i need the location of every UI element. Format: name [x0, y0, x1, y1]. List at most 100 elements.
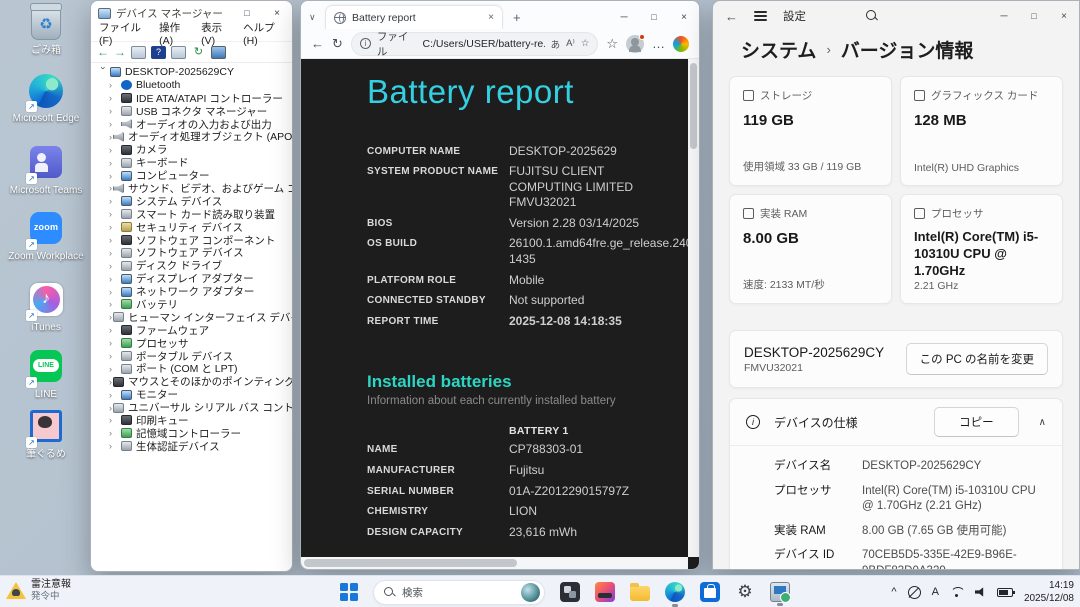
taskbar-clock[interactable]: 14:19 2025/12/08: [1024, 579, 1074, 605]
profile-avatar[interactable]: [626, 33, 645, 53]
scrollbar-thumb[interactable]: [690, 63, 697, 149]
device-tree-item[interactable]: › ファームウェア: [91, 324, 292, 337]
copy-button[interactable]: コピー: [934, 407, 1019, 437]
chevron-right-icon[interactable]: ›: [109, 158, 120, 168]
copilot-icon[interactable]: [673, 35, 689, 52]
chevron-right-icon[interactable]: ›: [109, 261, 120, 271]
properties-icon[interactable]: [171, 45, 186, 59]
chevron-right-icon[interactable]: ›: [109, 299, 120, 309]
taskbar-search-box[interactable]: 検索: [373, 579, 545, 605]
console-window-icon[interactable]: [131, 45, 146, 59]
horizontal-scrollbar[interactable]: [301, 557, 688, 569]
read-aloud-icon[interactable]: A⁾: [566, 38, 575, 49]
desktop-icon-itunes[interactable]: ↗ iTunes: [6, 282, 86, 334]
battery-status-icon[interactable]: [996, 587, 1015, 597]
graphics-card[interactable]: グラフィックス カード 128 MB Intel(R) UHD Graphics: [900, 76, 1063, 186]
desktop-icon-zoom[interactable]: ↗ Zoom Workplace: [6, 210, 86, 263]
m365-copilot-icon[interactable]: [595, 582, 615, 602]
settings-titlebar[interactable]: ← 設定 ─ □ ×: [713, 1, 1079, 31]
browser-tab[interactable]: Battery report ×: [325, 5, 503, 29]
chevron-right-icon[interactable]: ›: [109, 222, 120, 232]
processor-card[interactable]: プロセッサ Intel(R) Core(TM) i5-10310U CPU @ …: [900, 194, 1063, 304]
forward-icon[interactable]: →: [114, 45, 126, 59]
tab-search-chevron-icon[interactable]: ∨: [309, 12, 325, 23]
chevron-right-icon[interactable]: ›: [109, 132, 112, 142]
tab-close-icon[interactable]: ×: [488, 12, 494, 23]
info-icon[interactable]: i: [359, 38, 371, 49]
address-bar[interactable]: i ファイル C:/Users/USER/battery-re... あ A⁾ …: [350, 31, 599, 58]
chevron-right-icon[interactable]: ›: [109, 428, 120, 438]
refresh-icon[interactable]: ↻: [332, 36, 343, 52]
back-icon[interactable]: ←: [97, 45, 109, 59]
maximize-button[interactable]: □: [639, 12, 669, 23]
wifi-icon[interactable]: [950, 587, 964, 598]
edge-taskbar-icon[interactable]: [665, 582, 685, 607]
device-tree-item[interactable]: › オーディオ処理オブジェクト (APO): [91, 130, 292, 143]
task-view-icon[interactable]: [560, 582, 580, 602]
device-tree-root[interactable]: › DESKTOP-2025629CY: [91, 66, 292, 79]
chevron-right-icon[interactable]: ›: [109, 196, 120, 206]
chevron-right-icon[interactable]: ›: [109, 415, 120, 425]
chevron-right-icon[interactable]: ›: [109, 93, 120, 103]
camera-off-icon[interactable]: [907, 585, 921, 599]
new-tab-button[interactable]: +: [513, 10, 521, 25]
chevron-expanded-icon[interactable]: ›: [99, 67, 109, 78]
device-spec-header[interactable]: i デバイスの仕様 コピー ∧: [730, 399, 1062, 445]
hamburger-menu-icon[interactable]: [754, 11, 767, 21]
volume-icon[interactable]: [974, 587, 984, 597]
device-tree-item[interactable]: › カメラ: [91, 143, 292, 156]
close-button[interactable]: ×: [262, 8, 292, 19]
chevron-right-icon[interactable]: ›: [109, 145, 120, 155]
menu-file[interactable]: ファイル(F): [99, 20, 148, 47]
device-tree-item[interactable]: › 生体認証デバイス: [91, 440, 292, 453]
chevron-right-icon[interactable]: ›: [109, 338, 120, 348]
chevron-right-icon[interactable]: ›: [109, 287, 120, 297]
favorite-star-icon[interactable]: ☆: [581, 38, 590, 49]
chevron-right-icon[interactable]: ›: [109, 312, 112, 322]
settings-taskbar-icon[interactable]: ⚙: [735, 582, 755, 602]
ime-mode-indicator[interactable]: A: [932, 586, 939, 598]
chevron-right-icon[interactable]: ›: [109, 209, 120, 219]
microsoft-store-icon[interactable]: [700, 582, 720, 602]
taskbar-weather-widget[interactable]: 雷注意報 発令中: [6, 579, 71, 602]
menu-action[interactable]: 操作(A): [159, 20, 190, 47]
tray-chevron-icon[interactable]: ^: [891, 586, 896, 598]
desktop-icon-teams[interactable]: ↗ Microsoft Teams: [6, 144, 86, 197]
help-icon[interactable]: ?: [151, 45, 166, 59]
desktop-icon-line[interactable]: ↗ LINE: [6, 348, 86, 401]
back-icon[interactable]: ←: [725, 9, 738, 24]
breadcrumb-system[interactable]: システム: [741, 36, 816, 63]
close-button[interactable]: ×: [669, 12, 699, 23]
chevron-right-icon[interactable]: ›: [109, 441, 120, 451]
chevron-right-icon[interactable]: ›: [109, 171, 120, 181]
chevron-right-icon[interactable]: ›: [109, 119, 120, 129]
menu-help[interactable]: ヘルプ(H): [243, 20, 284, 47]
scrollbar-thumb[interactable]: [304, 559, 517, 567]
chevron-right-icon[interactable]: ›: [109, 106, 120, 116]
chevron-right-icon[interactable]: ›: [109, 351, 120, 361]
search-icon[interactable]: [866, 10, 878, 22]
device-tree-item[interactable]: ›ユニバーサル シリアル バス コントローラー: [91, 401, 292, 414]
desktop-icon-recycle-bin[interactable]: ごみ箱: [6, 3, 86, 57]
device-tree-item[interactable]: › ネットワーク アダプター: [91, 285, 292, 298]
minimize-button[interactable]: ─: [989, 11, 1019, 22]
chevron-right-icon[interactable]: ›: [109, 390, 120, 400]
chevron-right-icon[interactable]: ›: [109, 183, 112, 193]
start-button[interactable]: [340, 583, 358, 601]
chevron-up-icon[interactable]: ∧: [1039, 417, 1046, 428]
translate-icon[interactable]: あ: [551, 37, 561, 51]
storage-card[interactable]: ストレージ 119 GB 使用領域 33 GB / 119 GB: [729, 76, 892, 186]
maximize-button[interactable]: □: [232, 8, 262, 18]
chevron-right-icon[interactable]: ›: [109, 403, 112, 413]
desktop-icon-fudegurume[interactable]: ↗ 筆ぐるめ: [6, 408, 86, 461]
minimize-button[interactable]: ─: [609, 12, 639, 23]
ram-card[interactable]: 実装 RAM 8.00 GB 速度: 2133 MT/秒: [729, 194, 892, 304]
chevron-right-icon[interactable]: ›: [109, 235, 120, 245]
file-explorer-icon[interactable]: [630, 583, 650, 601]
chevron-right-icon[interactable]: ›: [109, 325, 120, 335]
vertical-scrollbar[interactable]: [688, 59, 699, 557]
desktop-icon-edge[interactable]: ↗ Microsoft Edge: [6, 74, 86, 125]
device-tree-item[interactable]: ›マウスとそのほかのポインティング デバイス: [91, 375, 292, 388]
chevron-right-icon[interactable]: ›: [109, 364, 120, 374]
more-menu-icon[interactable]: …: [652, 36, 665, 51]
